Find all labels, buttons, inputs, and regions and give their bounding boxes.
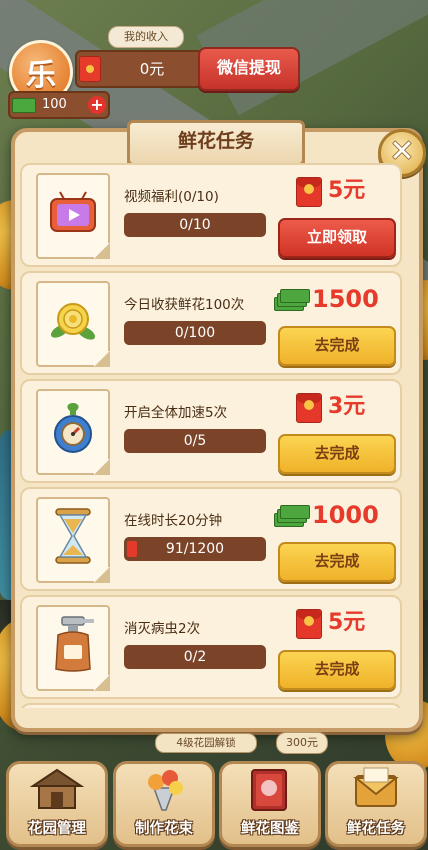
nav-flower-task[interactable]: 鲜花任务 <box>325 761 427 847</box>
flower-book-icon <box>251 769 287 811</box>
task-icon-card <box>36 173 110 259</box>
hourglass-icon <box>55 508 91 564</box>
task-item: 视频福利(0/10) 0/10 5元 立即领取 <box>20 163 402 267</box>
task-progress-bar: 0/10 <box>124 213 266 237</box>
task-item <box>20 703 402 708</box>
task-reward: 5元 <box>294 175 394 207</box>
progress-text: 0/10 <box>179 217 211 233</box>
progress-text: 91/1200 <box>165 541 225 557</box>
add-cash-button[interactable]: + <box>88 96 106 114</box>
task-item: 今日收获鲜花100次 0/100 1500 去完成 <box>20 271 402 375</box>
wechat-withdraw-button[interactable]: 微信提现 <box>198 47 300 91</box>
nav-flower-catalog[interactable]: 鲜花图鉴 <box>219 761 321 847</box>
nav-make-bouquet[interactable]: 制作花束 <box>113 761 215 847</box>
task-name: 消灭病虫2次 <box>124 621 201 637</box>
spray-bottle-icon <box>55 616 94 672</box>
task-icon-card <box>36 389 110 475</box>
task-reward: 1500 <box>274 283 394 315</box>
income-label: 我的收入 <box>108 26 184 48</box>
progress-text: 0/2 <box>183 649 207 665</box>
cash-stack-icon <box>274 505 310 527</box>
task-progress-bar: 91/1200 <box>124 537 266 561</box>
nav-garden-manage[interactable]: 花园管理 <box>6 761 108 847</box>
bouquet-icon <box>148 770 183 811</box>
claim-now-button[interactable]: 立即领取 <box>278 218 396 258</box>
task-name: 视频福利(0/10) <box>124 189 219 205</box>
task-progress-bar: 0/5 <box>124 429 266 453</box>
cash-stack-icon <box>274 289 310 311</box>
yellow-rose-icon <box>50 303 96 340</box>
reward-amount: 5元 <box>328 610 366 635</box>
progress-text: 0/100 <box>174 325 216 341</box>
go-complete-button[interactable]: 去完成 <box>278 542 396 582</box>
speed-potion-icon <box>54 403 92 453</box>
task-name: 今日收获鲜花100次 <box>124 297 245 313</box>
garden-shed-icon <box>29 768 85 809</box>
nav-label: 鲜花图鉴 <box>241 821 299 837</box>
avatar-char: 乐 <box>26 58 56 93</box>
reward-amount: 3元 <box>328 394 366 419</box>
red-packet-icon <box>296 609 322 639</box>
red-packet-icon <box>296 393 322 423</box>
task-item: 消灭病虫2次 0/2 5元 去完成 <box>20 595 402 699</box>
task-reward: 3元 <box>294 391 394 423</box>
go-complete-button[interactable]: 去完成 <box>278 434 396 474</box>
task-icon-card <box>36 497 110 583</box>
task-item: 在线时长20分钟 91/1200 1000 去完成 <box>20 487 402 591</box>
reward-amount: 1500 <box>312 285 379 313</box>
task-icon-card <box>36 605 110 691</box>
price-tag: 300元 <box>276 732 328 754</box>
task-list[interactable]: 视频福利(0/10) 0/10 5元 立即领取 今日收获鲜花100次 0/100 <box>20 163 402 708</box>
nav-label: 花园管理 <box>28 821 86 837</box>
unlock-tip: 4级花园解锁 <box>155 733 257 753</box>
income-amount: 0元 <box>139 60 165 78</box>
task-reward: 1000 <box>274 499 394 531</box>
red-packet-icon <box>296 177 322 207</box>
task-reward: 5元 <box>294 607 394 639</box>
task-name: 在线时长20分钟 <box>124 513 223 529</box>
cash-display: 100 + <box>8 91 110 119</box>
task-name: 开启全体加速5次 <box>124 405 228 421</box>
task-progress-bar: 0/100 <box>124 321 266 345</box>
reward-amount: 1000 <box>312 501 379 529</box>
nav-label: 鲜花任务 <box>347 821 405 837</box>
go-complete-button[interactable]: 去完成 <box>278 326 396 366</box>
panel-title: 鲜花任务 <box>127 120 305 166</box>
task-icon-card <box>36 281 110 367</box>
red-packet-icon <box>79 56 101 82</box>
task-item: 开启全体加速5次 0/5 3元 去完成 <box>20 379 402 483</box>
cash-amount: 100 <box>42 97 67 112</box>
task-progress-bar: 0/2 <box>124 645 266 669</box>
nav-label: 制作花束 <box>135 821 193 837</box>
video-tv-icon <box>50 191 96 232</box>
go-complete-button[interactable]: 去完成 <box>278 650 396 690</box>
task-letter-icon <box>353 767 399 807</box>
progress-text: 0/5 <box>183 433 207 449</box>
reward-amount: 5元 <box>328 178 366 203</box>
cash-icon <box>12 98 36 113</box>
income-display: 0元 <box>75 50 207 88</box>
